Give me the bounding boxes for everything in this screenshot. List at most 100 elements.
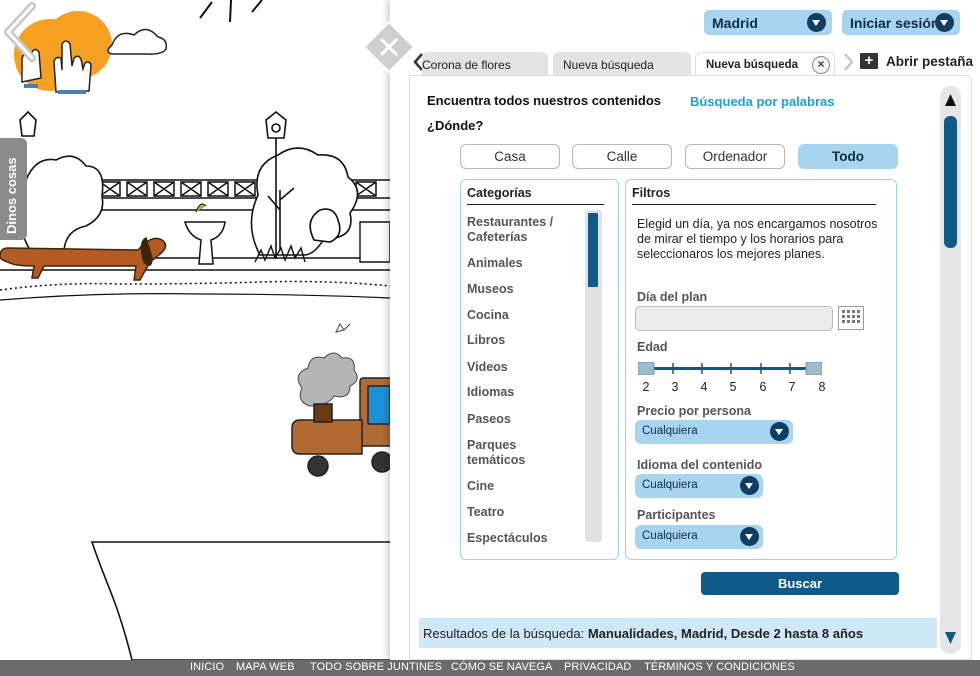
search-results-summary: Resultados de la búsqueda: Manualidades,…: [419, 618, 937, 648]
category-teatro[interactable]: Teatro: [467, 505, 577, 520]
category-museos[interactable]: Museos: [467, 282, 577, 297]
close-panel-icon[interactable]: [362, 20, 416, 74]
category-paseos[interactable]: Paseos: [467, 412, 577, 427]
login-button[interactable]: Iniciar sesión: [842, 10, 960, 35]
categories-title: Categorías: [467, 186, 532, 200]
location-casa-button[interactable]: Casa: [460, 144, 560, 169]
city-selector-label: Madrid: [712, 14, 758, 31]
open-tab-label: Abrir pestaña: [886, 53, 974, 69]
category-cocina[interactable]: Cocina: [467, 308, 577, 323]
divider: [467, 204, 604, 205]
tab-label: Nueva búsqueda: [563, 58, 654, 72]
calendar-icon[interactable]: [838, 306, 864, 330]
chevron-down-icon: [740, 527, 759, 546]
age-tick: 7: [788, 380, 796, 394]
side-tab-label: Dinos cosas: [4, 157, 19, 234]
app-root: Dinos cosas Madrid Iniciar sesión Corona…: [0, 0, 980, 676]
tabs-scroll-right-icon[interactable]: [842, 52, 856, 72]
age-tick: 5: [729, 380, 737, 394]
language-select[interactable]: Cualquiera: [635, 474, 763, 498]
category-espectaculos[interactable]: Espectáculos: [467, 531, 577, 546]
filters-panel: Filtros Elegid un día, ya nos encargamos…: [625, 179, 897, 560]
age-tick: 2: [642, 380, 650, 394]
scroll-up-icon[interactable]: [942, 88, 959, 112]
city-selector[interactable]: Madrid: [704, 10, 832, 35]
sun-rays: [199, 0, 263, 23]
participants-select-value: Cualquiera: [642, 530, 698, 542]
age-max-handle: [805, 362, 822, 375]
login-button-label: Iniciar sesión: [850, 14, 940, 31]
tab-label: Corona de flores: [422, 58, 511, 72]
age-tick: 6: [759, 380, 767, 394]
footer: INICIO MAPA WEB TODO SOBRE JUNTINES CÓMO…: [0, 660, 980, 676]
add-tab-icon: +: [860, 53, 878, 69]
filters-title: Filtros: [632, 186, 671, 200]
age-range-slider[interactable]: [638, 362, 822, 375]
coloring-illustration: Dinos cosas: [0, 0, 390, 660]
category-libros[interactable]: Libros: [467, 333, 577, 348]
categories-panel: Categorías Restaurantes / Cafeterías Ani…: [460, 179, 619, 560]
category-restaurantes[interactable]: Restaurantes / Cafeterías: [467, 215, 577, 245]
categories-scroll-thumb[interactable]: [588, 213, 598, 287]
illustration-drawing: [0, 0, 390, 660]
keyword-search-link[interactable]: Búsqueda por palabras: [690, 94, 834, 109]
participants-label: Participantes: [637, 508, 716, 522]
category-cine[interactable]: Cine: [467, 479, 577, 494]
location-calle-button[interactable]: Calle: [572, 144, 672, 169]
category-parques-tematicos[interactable]: Parques temáticos: [467, 438, 577, 468]
chevron-down-icon: [935, 13, 954, 32]
search-content: Encuentra todos nuestros contenidos Búsq…: [409, 75, 972, 660]
price-select-value: Cualquiera: [642, 425, 698, 437]
train-smoke: [297, 323, 358, 407]
tab-nueva-busqueda-1[interactable]: Nueva búsqueda: [553, 52, 691, 76]
side-tab-dinos-cosas[interactable]: Dinos cosas: [0, 138, 27, 240]
footer-link-privacidad[interactable]: PRIVACIDAD: [564, 661, 631, 673]
footer-link-inicio[interactable]: INICIO: [190, 661, 224, 673]
location-todo-button[interactable]: Todo: [798, 144, 898, 169]
trees: [19, 147, 359, 256]
language-label: Idioma del contenido: [637, 458, 763, 472]
close-tab-icon[interactable]: ×: [812, 56, 830, 74]
tab-corona-de-flores[interactable]: Corona de flores: [422, 52, 548, 76]
where-label: ¿Dónde?: [427, 118, 484, 133]
search-button[interactable]: Buscar: [701, 572, 899, 595]
tab-label: Nueva búsqueda: [706, 59, 799, 71]
chevron-down-icon: [807, 13, 826, 32]
age-tick: 8: [818, 380, 826, 394]
age-tick: 4: [700, 380, 708, 394]
category-videos[interactable]: Videos: [467, 360, 577, 375]
results-query: Manualidades, Madrid, Desde 2 hasta 8 añ…: [587, 626, 864, 641]
divider: [632, 204, 876, 205]
search-heading: Encuentra todos nuestros contenidos: [427, 93, 662, 108]
search-panel: Madrid Iniciar sesión Corona de flores N…: [390, 0, 980, 660]
footer-link-todo-sobre-juntines[interactable]: TODO SOBRE JUNTINES: [310, 661, 442, 673]
price-select[interactable]: Cualquiera: [635, 420, 793, 444]
footer-link-terminos[interactable]: TÉRMINOS Y CONDICIONES: [644, 661, 795, 673]
participants-select[interactable]: Cualquiera: [635, 525, 763, 549]
age-tick: 3: [671, 380, 679, 394]
age-label: Edad: [637, 340, 668, 354]
results-prefix: Resultados de la búsqueda:: [423, 626, 585, 641]
drawing-box: [90, 541, 390, 660]
category-animales[interactable]: Animales: [467, 256, 577, 271]
dachshund: [0, 236, 167, 281]
footer-link-como-se-navega[interactable]: CÓMO SE NAVEGA: [451, 661, 552, 673]
location-ordenador-button[interactable]: Ordenador: [685, 144, 785, 169]
footer-link-mapa-web[interactable]: MAPA WEB: [236, 661, 295, 673]
language-select-value: Cualquiera: [642, 479, 698, 491]
panel-scrollbar[interactable]: [940, 86, 961, 654]
chevron-down-icon: [770, 422, 789, 441]
date-field[interactable]: [635, 306, 833, 331]
categories-scrollbar[interactable]: [585, 210, 602, 542]
scroll-down-icon[interactable]: [942, 626, 959, 650]
filters-description: Elegid un día, ya nos encargamos nosotro…: [637, 217, 878, 261]
age-min-handle: [638, 362, 655, 375]
category-idiomas[interactable]: Idiomas: [467, 385, 577, 400]
previous-arrow-icon[interactable]: [0, 0, 40, 64]
tab-nueva-busqueda-active[interactable]: Nueva búsqueda ×: [695, 52, 835, 77]
date-label: Día del plan: [637, 290, 708, 304]
chevron-down-icon: [740, 476, 759, 495]
panel-scroll-thumb[interactable]: [944, 116, 957, 248]
price-label: Precio por persona: [637, 404, 751, 418]
open-tab-button[interactable]: + Abrir pestaña: [860, 50, 973, 72]
